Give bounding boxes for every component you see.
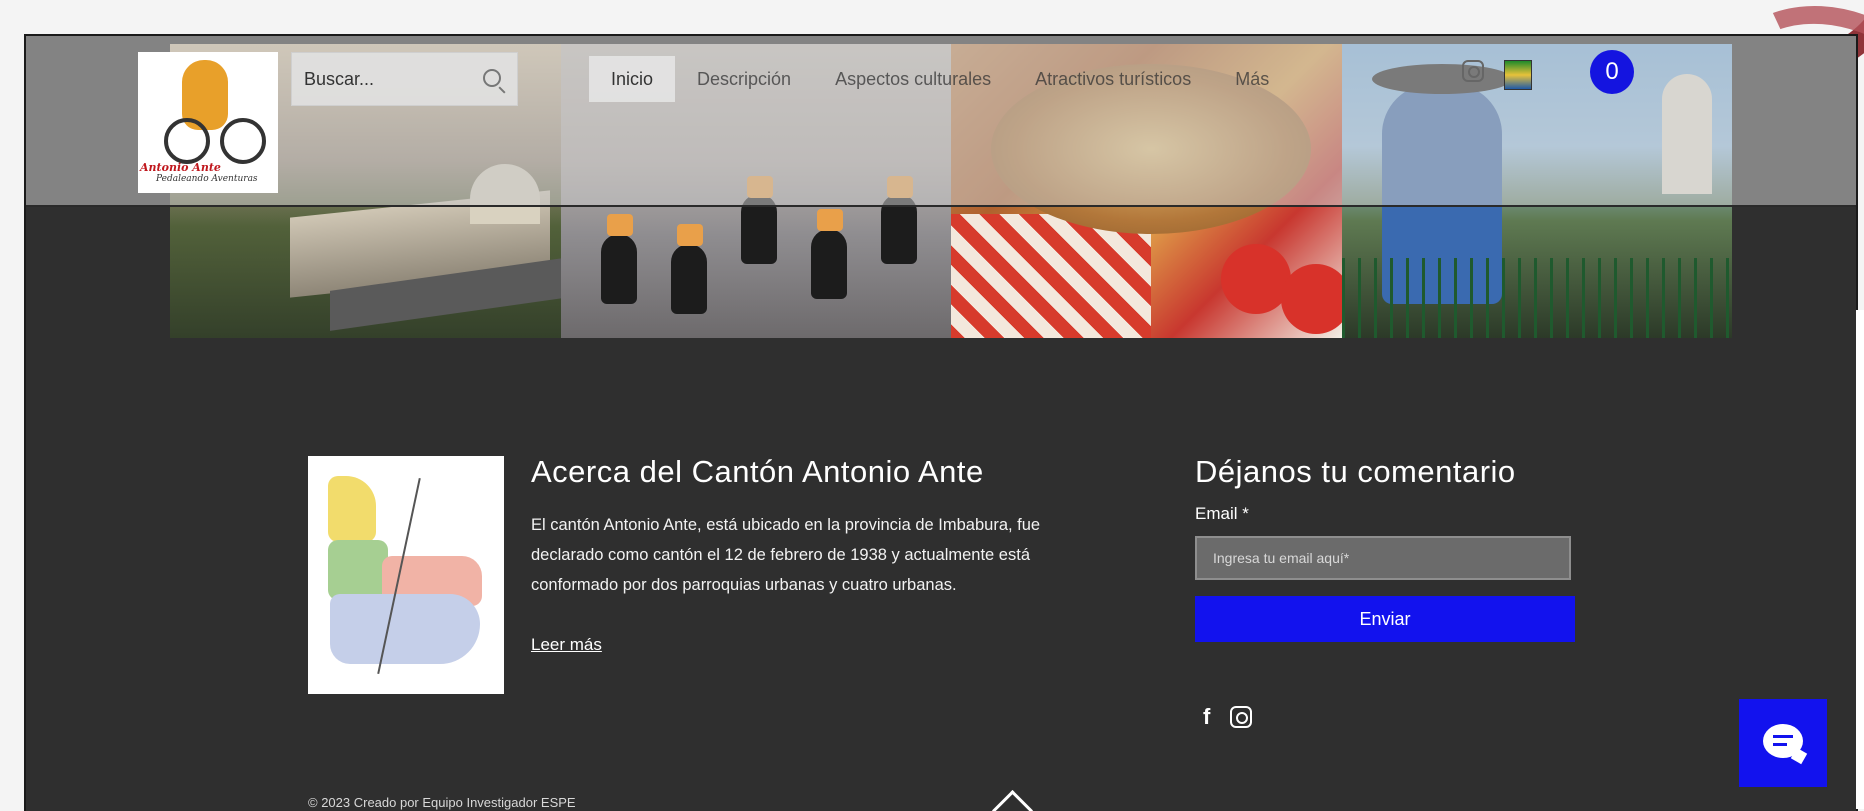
cart-badge[interactable]: 0: [1590, 50, 1634, 94]
flag-icon[interactable]: [1504, 60, 1532, 90]
search-input[interactable]: [302, 61, 476, 97]
nav-item-atractivos-turisticos[interactable]: Atractivos turísticos: [1013, 56, 1213, 102]
instagram-icon[interactable]: [1230, 706, 1253, 728]
search-icon[interactable]: [483, 69, 501, 87]
site-header: Antonio Ante Pedaleando Aventuras Inicio…: [26, 36, 1856, 207]
search-box[interactable]: [291, 52, 518, 106]
page-edge: [1856, 310, 1864, 809]
main-nav: Inicio Descripción Aspectos culturales A…: [589, 56, 1291, 102]
chat-icon: [1763, 724, 1803, 758]
logo-subtext: Pedaleando Aventuras: [156, 174, 258, 184]
about-title: Acerca del Cantón Antonio Ante: [531, 454, 984, 489]
instagram-icon[interactable]: [1462, 60, 1484, 82]
site-logo[interactable]: Antonio Ante Pedaleando Aventuras: [138, 52, 278, 193]
footer-social-links: f: [1203, 704, 1253, 730]
send-button[interactable]: Enviar: [1195, 596, 1575, 642]
copyright-text: © 2023 Creado por Equipo Investigador ES…: [308, 795, 576, 810]
feedback-title: Déjanos tu comentario: [1195, 454, 1516, 489]
facebook-icon[interactable]: f: [1203, 704, 1210, 730]
nav-item-descripcion[interactable]: Descripción: [675, 56, 813, 102]
email-field[interactable]: [1195, 536, 1571, 580]
email-label: Email *: [1195, 504, 1249, 523]
canton-map-image: [308, 456, 504, 694]
read-more-link[interactable]: Leer más: [531, 635, 602, 655]
site-page: Antonio Ante Pedaleando Aventuras Inicio…: [24, 34, 1858, 811]
nav-item-aspectos-culturales[interactable]: Aspectos culturales: [813, 56, 1013, 102]
nav-item-inicio[interactable]: Inicio: [589, 56, 676, 102]
scroll-up-icon[interactable]: [991, 789, 1034, 811]
chat-button[interactable]: [1739, 699, 1827, 787]
nav-item-mas[interactable]: Más: [1213, 56, 1291, 102]
logo-text: Antonio Ante: [140, 161, 221, 174]
header-social-links: [1462, 60, 1532, 90]
about-text: El cantón Antonio Ante, está ubicado en …: [531, 516, 1041, 594]
